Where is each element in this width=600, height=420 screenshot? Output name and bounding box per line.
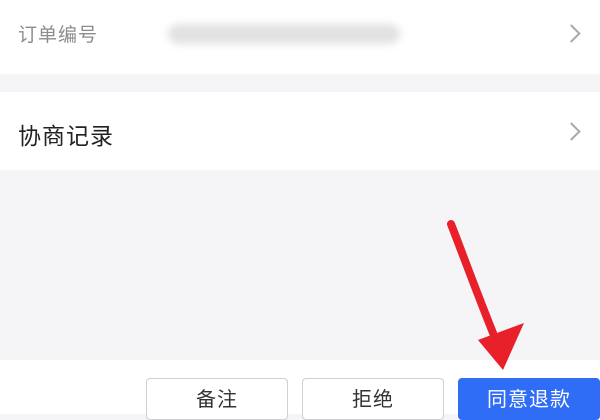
chevron-right-icon [562,24,581,43]
chevron-right-icon [562,122,581,141]
order-number-value-blurred [168,24,400,44]
action-footer: 备注 拒绝 同意退款 [0,360,600,420]
negotiation-record-row[interactable]: 协商记录 [0,92,600,170]
order-number-row[interactable]: 订单编号 [0,0,600,74]
negotiation-record-label: 协商记录 [18,124,114,150]
order-number-label: 订单编号 [18,24,99,46]
